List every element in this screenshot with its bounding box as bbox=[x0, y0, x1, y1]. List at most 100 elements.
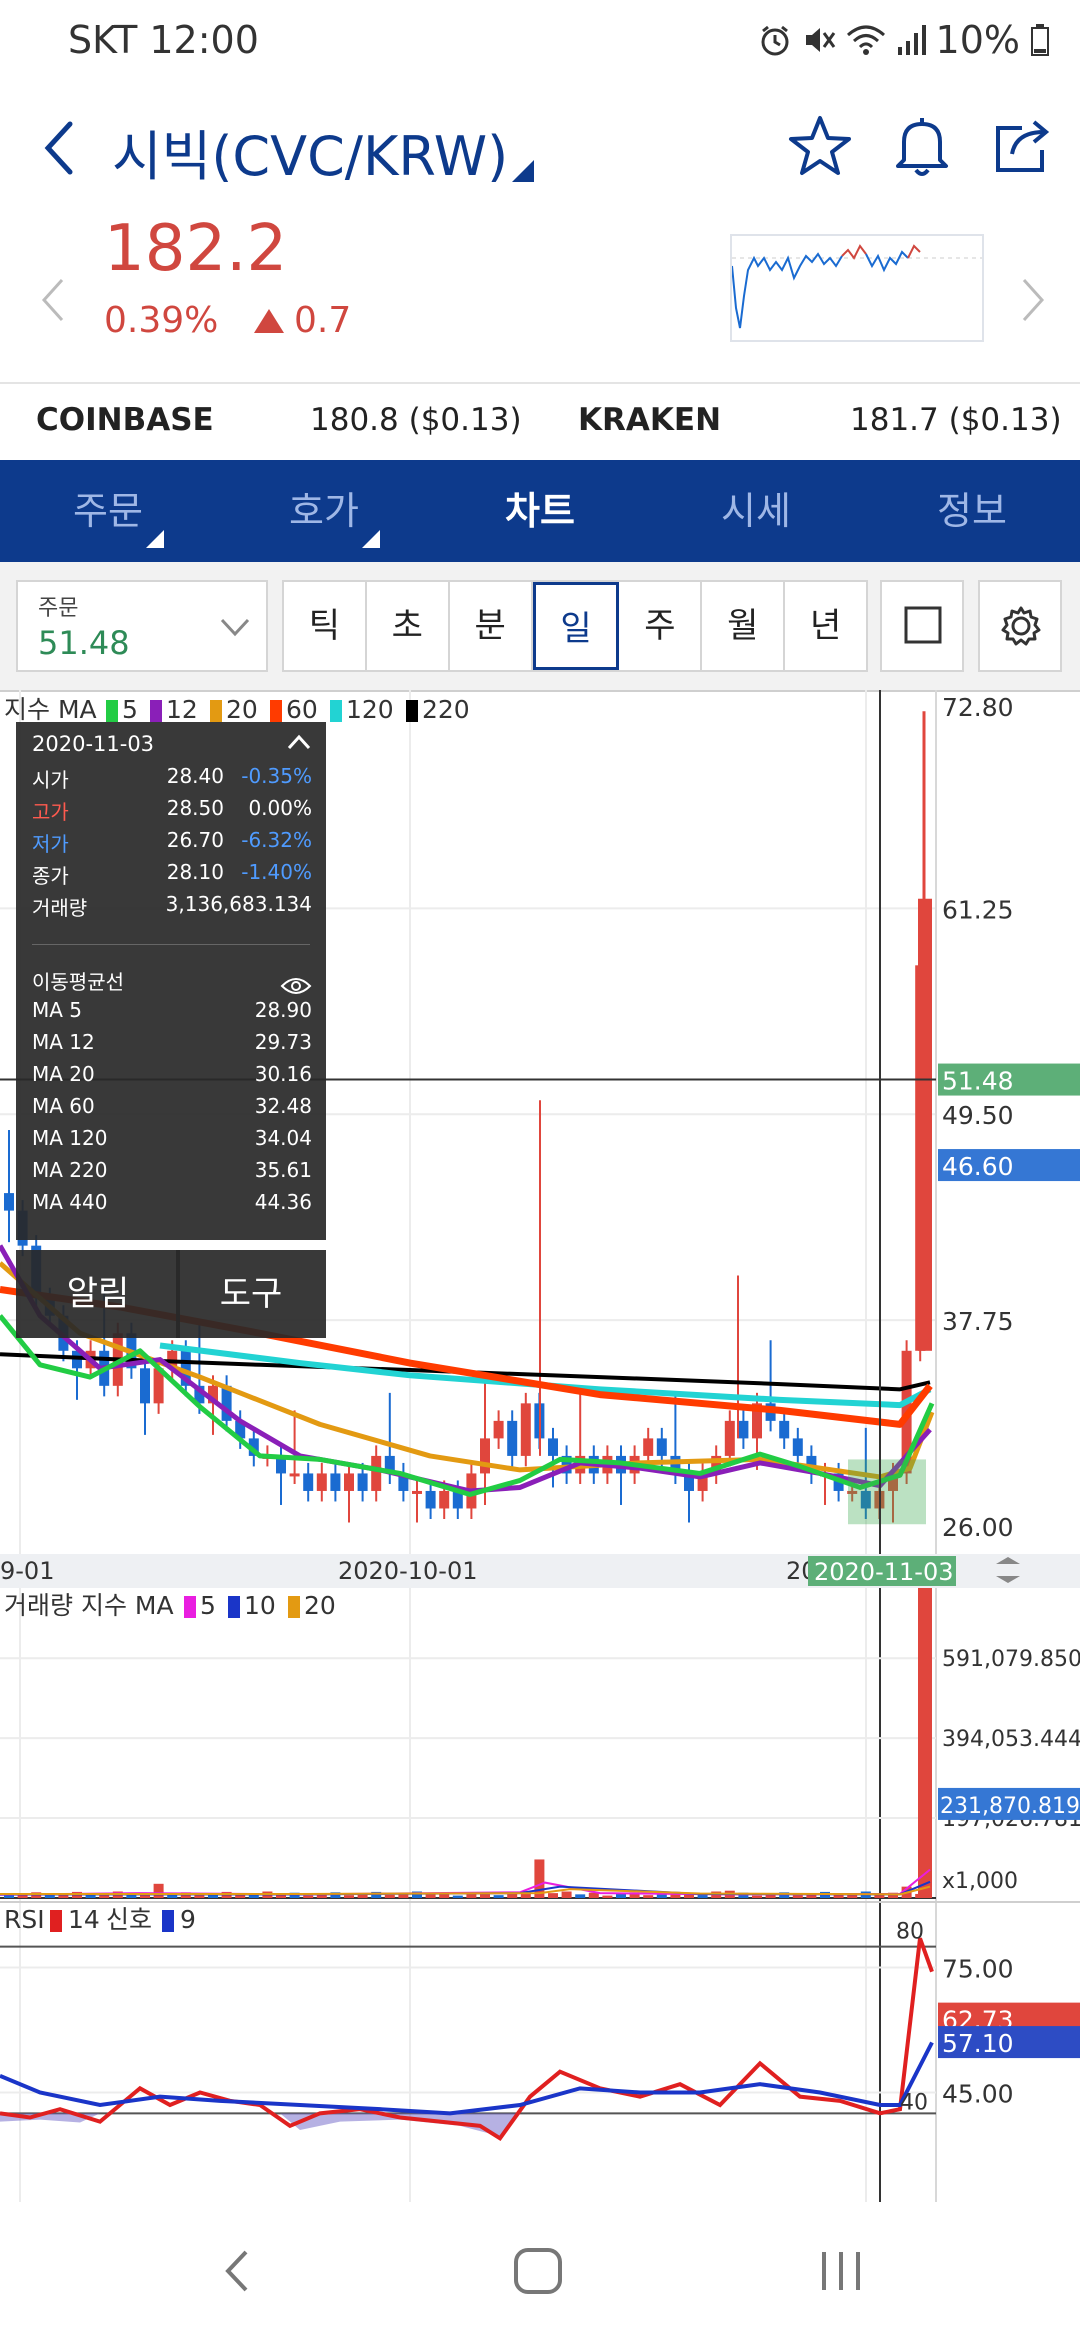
nav-home-icon[interactable] bbox=[512, 2246, 564, 2296]
candle-body bbox=[507, 1420, 518, 1456]
candle-body bbox=[289, 1473, 300, 1477]
candle-body bbox=[344, 1473, 354, 1491]
system-nav-bar bbox=[0, 2202, 1080, 2340]
tooltip-row-value: 28.10 bbox=[166, 860, 224, 884]
period-selector: 틱 초 분 일 주 월 년 bbox=[282, 580, 868, 672]
tab-orderbook[interactable]: 호가 bbox=[216, 460, 432, 562]
chevron-up-icon[interactable] bbox=[286, 732, 312, 752]
tooltip-ma-label: MA 60 bbox=[32, 1094, 95, 1118]
candle-body bbox=[140, 1368, 150, 1404]
battery-icon bbox=[1031, 24, 1049, 56]
share-icon[interactable] bbox=[988, 110, 1060, 182]
candle-body bbox=[303, 1473, 314, 1491]
eye-icon[interactable] bbox=[280, 974, 312, 998]
candle-body bbox=[520, 1403, 531, 1456]
prev-chevron-icon[interactable] bbox=[34, 270, 74, 330]
volume-bar bbox=[194, 1895, 205, 1898]
tooltip-ohlc-row: 종가 28.10 -1.40% bbox=[32, 860, 312, 890]
tab-order[interactable]: 주문 bbox=[0, 460, 216, 562]
order-price-select[interactable]: 주문 51.48 bbox=[16, 580, 268, 672]
tooltip-ma-label: MA 440 bbox=[32, 1190, 108, 1214]
nav-back-icon[interactable] bbox=[218, 2246, 258, 2296]
tooltip-ohlc-row: 시가 28.40 -0.35% bbox=[32, 764, 312, 794]
tooltip-row-label: 고가 bbox=[32, 800, 69, 824]
tooltip-ohlc-row: 고가 28.50 0.00% bbox=[32, 796, 312, 826]
tools-button[interactable]: 도구 bbox=[176, 1250, 326, 1338]
period-week[interactable]: 주 bbox=[619, 582, 703, 670]
settings-button[interactable] bbox=[978, 580, 1062, 672]
volume-bar bbox=[833, 1894, 844, 1898]
tooltip-row-label: 거래량 bbox=[32, 896, 88, 920]
tab-quotes[interactable]: 시세 bbox=[648, 460, 864, 562]
candle-body bbox=[738, 1420, 749, 1439]
y-axis-label: 45.00 bbox=[942, 2080, 1014, 2109]
volume-bar bbox=[918, 1588, 932, 1898]
volume-bar bbox=[344, 1895, 354, 1898]
legend-label: 120 bbox=[346, 695, 394, 724]
legend-label: 5 bbox=[122, 695, 138, 724]
tooltip-date: 2020-11-03 bbox=[32, 732, 155, 756]
mini-price-chart[interactable] bbox=[730, 234, 984, 342]
y-axis-label: 61.25 bbox=[942, 895, 1014, 924]
candle-body bbox=[371, 1455, 382, 1491]
candle-body bbox=[792, 1438, 803, 1456]
y-axis-label: 394,053.444 bbox=[942, 1727, 1080, 1752]
candle-body bbox=[4, 1193, 14, 1211]
legend-label: 14 bbox=[68, 1905, 100, 1934]
tooltip-ma-value: 35.61 bbox=[254, 1158, 312, 1182]
ohlc-tooltip: 2020-11-03 시가 28.40 -0.35% 고가 28.50 0.00% 저가 26… bbox=[16, 722, 326, 1240]
tooltip-row-pct: -6.32% bbox=[241, 828, 312, 852]
exchange-name: KRAKEN bbox=[578, 402, 722, 438]
legend-swatch bbox=[406, 700, 418, 722]
volume-bar bbox=[452, 1895, 463, 1898]
legend-label: 20 bbox=[304, 1591, 336, 1620]
rsi-level-label: 40 bbox=[900, 2090, 928, 2115]
tooltip-row-label: 저가 bbox=[32, 832, 69, 856]
tab-chart[interactable]: 차트 bbox=[432, 460, 648, 562]
period-tick[interactable]: 틱 bbox=[284, 582, 367, 670]
chevron-down-icon bbox=[220, 618, 250, 637]
next-chevron-icon[interactable] bbox=[1012, 270, 1052, 330]
up-triangle-icon bbox=[254, 308, 284, 333]
volume-bar bbox=[4, 1895, 14, 1898]
legend-swatch bbox=[184, 1596, 196, 1618]
tooltip-row-value: 3,136,683.134 bbox=[165, 892, 312, 916]
y-axis-label: 72.80 bbox=[942, 693, 1014, 722]
bell-icon[interactable] bbox=[886, 110, 958, 182]
crosshair-date-label: 2020-11-03 bbox=[814, 1558, 953, 1586]
period-day[interactable]: 일 bbox=[532, 582, 620, 670]
chart-toolbar: 주문 51.48 틱 초 분 일 주 월 년 bbox=[0, 562, 1080, 690]
dropdown-triangle-icon[interactable] bbox=[512, 160, 534, 182]
order-label: 주문 bbox=[38, 596, 79, 621]
volume-legend-prefix: 거래량 지수 MA bbox=[4, 1591, 174, 1620]
dropdown-triangle-icon bbox=[362, 530, 380, 548]
volume-badge-label: 231,870.819 bbox=[940, 1794, 1080, 1819]
candle-body bbox=[724, 1420, 735, 1456]
legend-label: 220 bbox=[422, 695, 470, 724]
volume-bar bbox=[153, 1883, 164, 1898]
back-arrow-icon[interactable] bbox=[36, 118, 86, 178]
tab-info[interactable]: 정보 bbox=[864, 460, 1080, 562]
y-axis-label: 26.00 bbox=[942, 1513, 1014, 1542]
legend-swatch bbox=[288, 1596, 300, 1618]
period-second[interactable]: 초 bbox=[367, 582, 450, 670]
period-year[interactable]: 년 bbox=[785, 582, 866, 670]
tooltip-ma-title: 이동평균선 bbox=[32, 970, 124, 994]
alert-button[interactable]: 알림 bbox=[16, 1250, 180, 1338]
page-title[interactable]: 시빅(CVC/KRW) bbox=[112, 112, 508, 191]
tooltip-row-value: 28.40 bbox=[166, 764, 224, 788]
nav-recents-icon[interactable] bbox=[818, 2246, 864, 2296]
legend-swatch bbox=[270, 700, 282, 722]
period-month[interactable]: 월 bbox=[702, 582, 786, 670]
fullscreen-button[interactable] bbox=[880, 580, 964, 672]
legend-swatch bbox=[150, 700, 162, 722]
status-bar: SKT 12:00 10% bbox=[0, 0, 1080, 84]
legend-label: 20 bbox=[226, 695, 258, 724]
star-icon[interactable] bbox=[784, 110, 856, 182]
alarm-icon bbox=[761, 25, 789, 56]
period-minute[interactable]: 분 bbox=[450, 582, 533, 670]
exchange-price: 180.8 ($0.13) bbox=[310, 402, 522, 438]
tooltip-divider bbox=[32, 944, 310, 945]
y-axis-label: 75.00 bbox=[942, 1955, 1014, 1984]
candle-body bbox=[316, 1473, 327, 1491]
